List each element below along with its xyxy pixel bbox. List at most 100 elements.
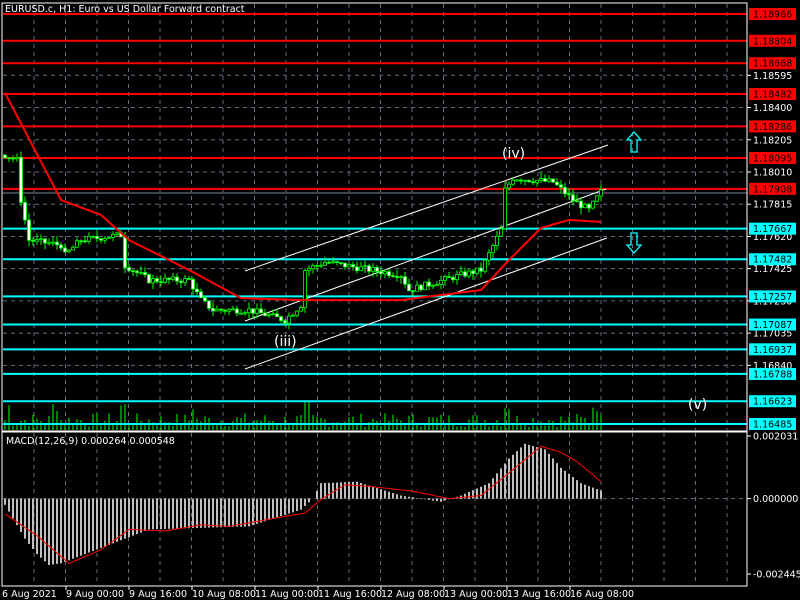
candle [479,262,483,278]
candle [231,305,235,311]
macd-title: MACD(12,26,9) 0.000264 0.000548 [6,436,175,447]
price-label: 1.18205 [753,135,792,146]
candle [167,277,171,285]
candle-body [251,308,255,314]
price-label: 1.18595 [753,71,792,82]
candle-body [403,276,407,285]
candle-body [255,308,259,314]
candle [15,153,19,162]
resistance-price-label: 1.18966 [753,10,792,21]
candle [47,238,51,246]
candle-body [71,246,75,251]
candle [319,261,323,269]
candle-body [227,309,231,312]
candle [35,233,39,245]
candle-body [491,245,495,254]
candle-body [15,157,19,160]
candle-body [471,270,475,275]
candle [583,202,587,209]
candle-body [523,179,527,182]
candle [475,267,479,276]
candle [403,271,407,289]
candle [407,278,411,292]
candle [151,274,155,290]
time-label: 6 Aug 2021 [2,589,57,600]
time-label: 16 Aug 08:00 [570,589,634,600]
candle [111,231,115,242]
resistance-price-label: 1.18804 [753,36,792,47]
candle-body [515,179,519,182]
candle [147,273,151,284]
candle [215,305,219,312]
candle [307,265,311,277]
candle-body [387,271,391,277]
candle-body [283,320,287,324]
time-label: 13 Aug 16:00 [507,589,571,600]
candle [239,309,243,315]
candle-body [267,314,271,317]
candle-body [587,203,591,209]
resistance-price-label: 1.17908 [753,184,792,195]
candle [103,235,107,244]
candle-body [139,272,143,274]
candle [419,284,423,292]
price-axis[interactable]: 1.18595 1.18400 1.18205 1.18010 1.17815 1.176… [747,8,796,431]
candle [471,268,475,280]
wave-label-v: (v) [688,397,707,413]
volume-bars [4,400,602,430]
candle [99,237,103,244]
macd-tick-label: -0.002445 [753,570,800,581]
candle [287,312,291,330]
support-price-label: 1.16485 [753,420,792,431]
candle [463,267,467,279]
candle [127,263,131,273]
candle-body [179,280,183,283]
candle [391,272,395,278]
grid [3,4,747,585]
candle-body [39,238,43,241]
candles [3,151,603,330]
candle-body [531,181,535,184]
candle [55,236,59,250]
support-price-label: 1.16937 [753,345,792,356]
candle [547,175,551,183]
candle-body [247,308,251,314]
resistance-price-label: 1.18668 [753,59,792,70]
candle [551,178,555,184]
candle-body [463,271,467,277]
support-price-label: 1.16623 [753,397,792,408]
candle-body [183,278,187,283]
candle-body [215,308,219,312]
candle [331,256,335,265]
candle-body [407,283,411,292]
candle-body [579,200,583,209]
candle-body [419,284,423,291]
macd-tick-label: 0.002031 [753,432,798,443]
candle-body [427,281,431,287]
support-price-label: 1.17257 [753,292,792,303]
candle-body [395,275,399,278]
candle [211,301,215,317]
candle-body [211,307,215,312]
candle-body [335,261,339,263]
candle-body [243,312,247,315]
candle-body [263,312,267,317]
up-arrow-icon[interactable] [625,131,643,153]
candle-body [507,183,511,189]
candle [259,302,263,314]
candle-body [91,235,95,238]
candle-body [567,193,571,196]
time-axis[interactable]: 6 Aug 2021 9 Aug 00:00 9 Aug 16:00 10 Aug 0… [2,586,634,600]
price-chart[interactable]: (iv) (iii) (v) EURUSD.c, H1: Euro vs US … [0,0,800,600]
candle-body [343,262,347,268]
candle [311,263,315,274]
candle-body [131,270,135,273]
candle [235,305,239,317]
candle-body [171,276,175,280]
candle [555,177,559,187]
candle [199,288,203,299]
candle [299,305,303,312]
candle [367,263,371,274]
candle-body [23,202,27,221]
candle-body [231,308,235,311]
